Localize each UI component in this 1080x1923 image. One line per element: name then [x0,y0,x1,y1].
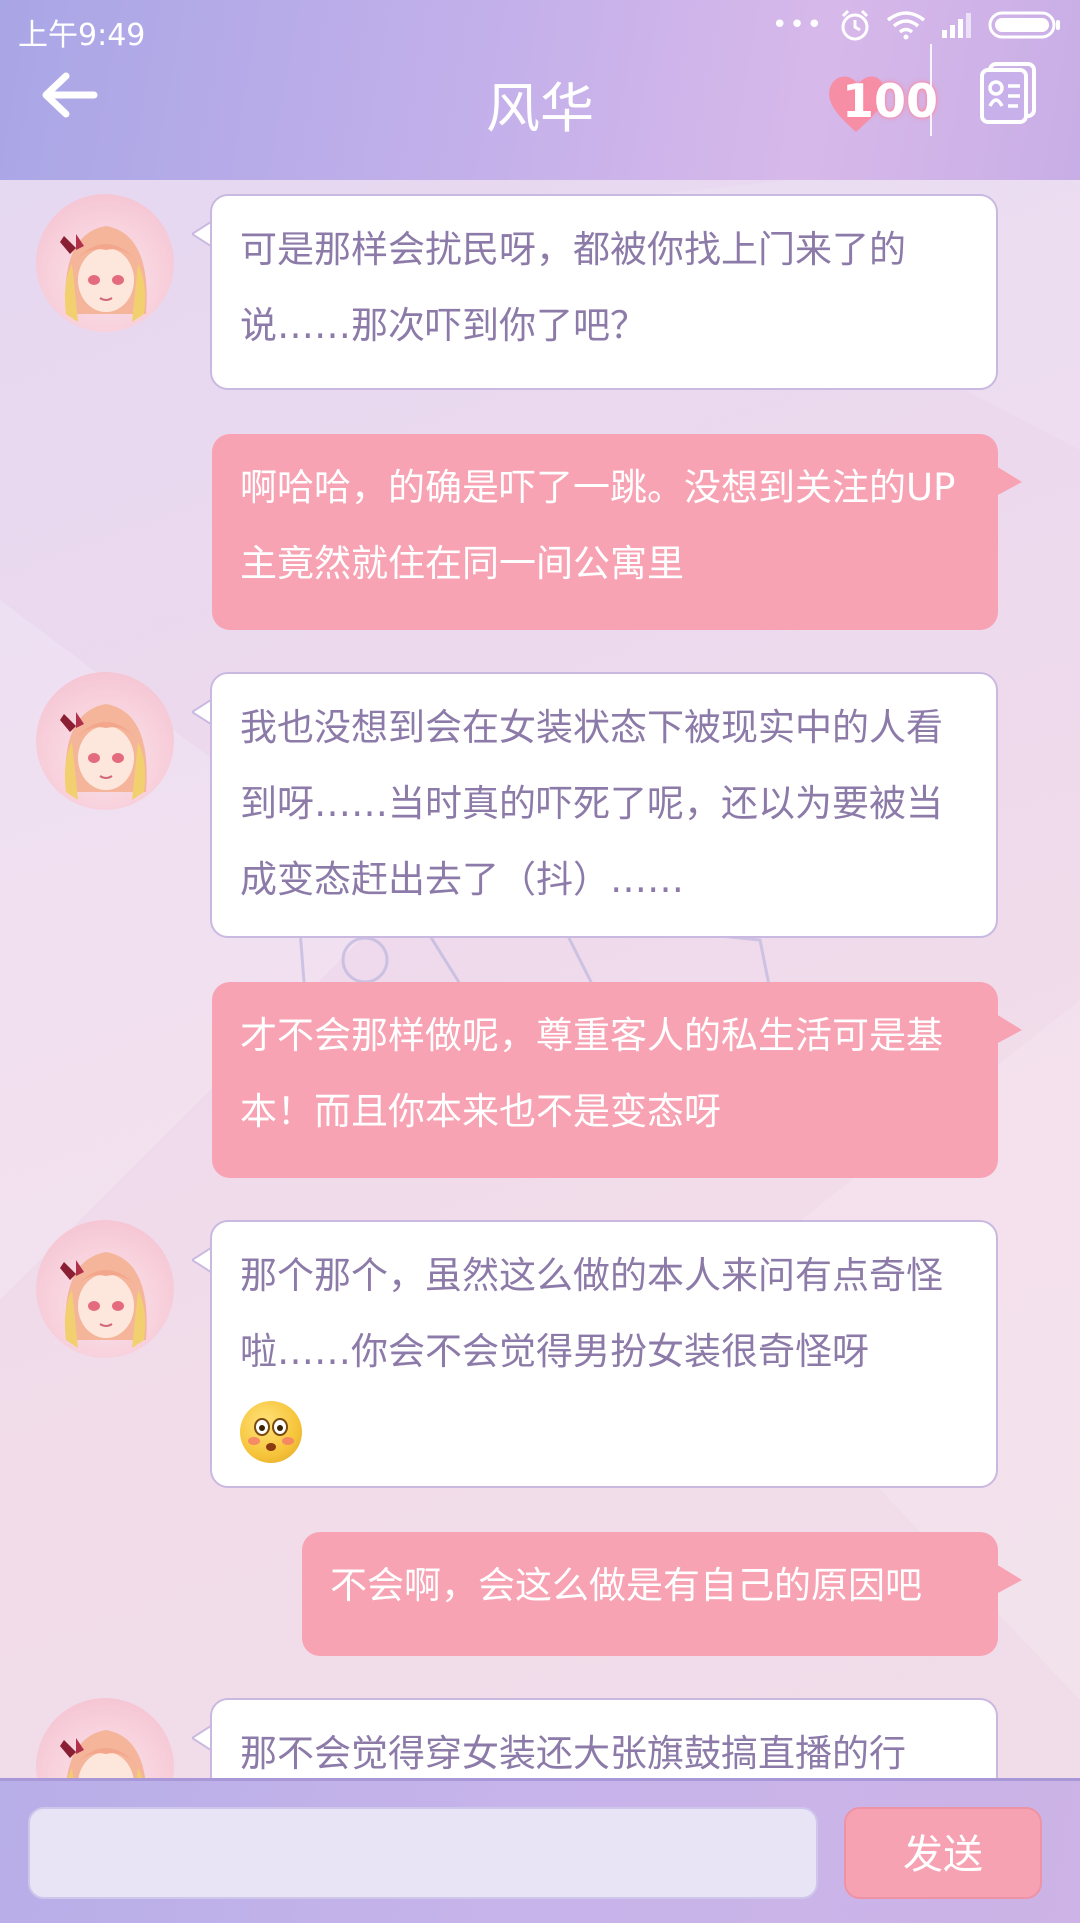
battery-icon [988,11,1060,39]
wifi-icon [886,11,926,40]
outgoing-message[interactable]: 才不会那样做呢，尊重客人的私生活可是基本！而且你本来也不是变态呀 [212,982,998,1178]
bubble-tail [996,1564,1022,1594]
signal-icon [942,13,971,38]
flushed-emoji-icon [240,1400,302,1463]
send-button[interactable]: 发送 [844,1807,1042,1899]
outgoing-message[interactable]: 不会啊，会这么做是有自己的原因吧 [302,1532,998,1656]
avatar[interactable] [36,672,174,810]
message-text: 那个那个，虽然这么做的本人来问有点奇怪啦……你会不会觉得男扮女装很奇怪呀 [240,1254,943,1373]
message-list[interactable]: 可是那样会扰民呀，都被你找上门来了的说……那次吓到你了吧？ 啊哈哈，的确是吓了一… [0,180,1080,1778]
bubble-tail [996,1014,1022,1044]
composer-bar: 发送 [0,1778,1080,1923]
avatar[interactable] [36,194,174,332]
status-bar: 上午9:49 ••• [0,0,1080,60]
profile-card-icon[interactable] [978,62,1038,124]
avatar[interactable] [36,1220,174,1358]
more-dots-icon: ••• [771,10,824,40]
avatar[interactable] [36,1698,174,1778]
status-time: 上午9:49 [18,18,146,53]
affection-count[interactable]: 100 [842,74,938,128]
incoming-message[interactable]: 那不会觉得穿女装还大张旗鼓搞直播的行 [210,1698,998,1778]
outgoing-message[interactable]: 啊哈哈，的确是吓了一跳。没想到关注的UP主竟然就住在同一间公寓里 [212,434,998,630]
incoming-message[interactable]: 那个那个，虽然这么做的本人来问有点奇怪啦……你会不会觉得男扮女装很奇怪呀 [210,1220,998,1488]
incoming-message[interactable]: 可是那样会扰民呀，都被你找上门来了的说……那次吓到你了吧？ [210,194,998,390]
alarm-icon [841,9,869,41]
message-input[interactable] [28,1807,818,1899]
incoming-message[interactable]: 我也没想到会在女装状态下被现实中的人看到呀……当时真的吓死了呢，还以为要被当成变… [210,672,998,938]
bubble-tail [996,466,1022,496]
